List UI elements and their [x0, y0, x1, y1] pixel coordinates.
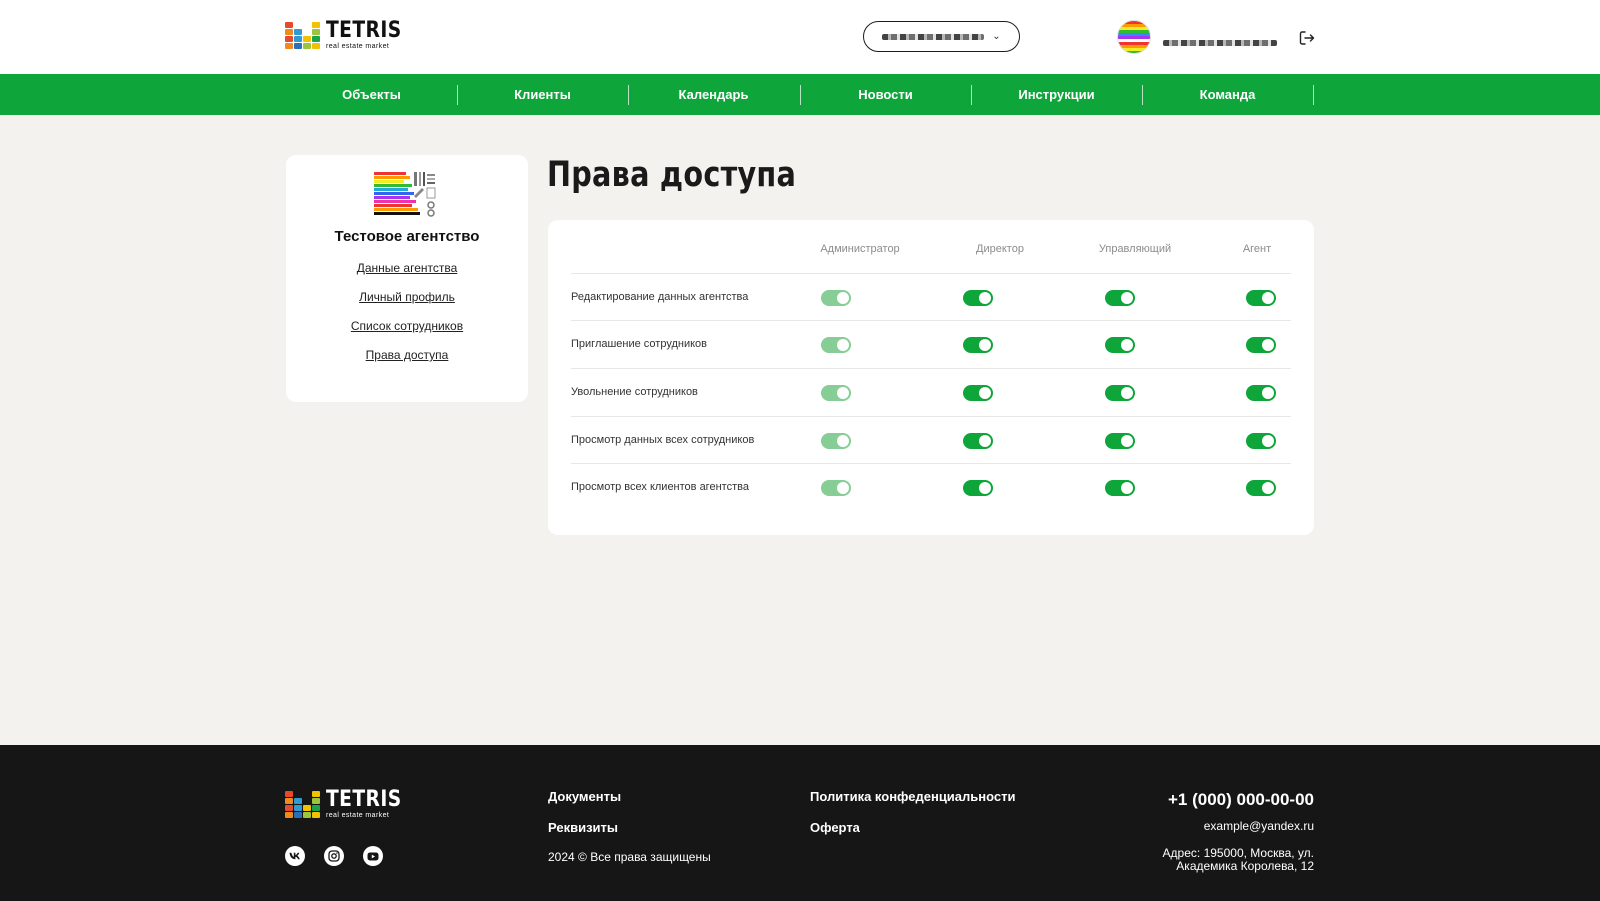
nav-divider — [1313, 85, 1314, 105]
toggle-admin — [821, 337, 851, 353]
main-nav: Объекты Клиенты Календарь Новости Инстру… — [0, 74, 1600, 115]
logo-bricks-icon — [285, 21, 320, 49]
column-header-director: Директор — [976, 243, 1024, 255]
toggle-agent[interactable] — [1246, 433, 1276, 449]
sidebar-link-employees[interactable]: Список сотрудников — [286, 319, 528, 333]
toggle-manager[interactable] — [1105, 290, 1135, 306]
table-row: Увольнение сотрудников — [571, 368, 1291, 415]
sidebar-link-agency-data[interactable]: Данные агентства — [286, 261, 528, 275]
site-header: TETRIS real estate market ⌄ — [0, 0, 1600, 74]
footer-link-offer[interactable]: Оферта — [810, 820, 860, 835]
toggle-manager[interactable] — [1105, 480, 1135, 496]
footer-link-documents[interactable]: Документы — [548, 789, 621, 804]
footer-link-requisites[interactable]: Реквизиты — [548, 820, 618, 835]
agency-selector-value — [882, 33, 985, 40]
permission-label: Увольнение сотрудников — [571, 386, 698, 398]
toggle-director[interactable] — [963, 337, 993, 353]
toggle-admin — [821, 290, 851, 306]
footer-link-privacy[interactable]: Политика конфеденциальности — [810, 789, 1016, 804]
instagram-icon[interactable] — [324, 846, 344, 866]
permission-label: Редактирование данных агентства — [571, 291, 749, 303]
brand-name: TETRIS — [326, 18, 402, 43]
nav-item-news[interactable]: Новости — [800, 74, 971, 115]
permission-label: Просмотр всех клиентов агентства — [571, 481, 749, 493]
column-header-agent: Агент — [1242, 243, 1272, 255]
nav-item-team[interactable]: Команда — [1142, 74, 1313, 115]
toggle-admin — [821, 433, 851, 449]
nav-item-clients[interactable]: Клиенты — [457, 74, 628, 115]
permission-label: Приглашение сотрудников — [571, 338, 708, 350]
brand-tagline: real estate market — [326, 812, 390, 819]
toggle-director[interactable] — [963, 433, 993, 449]
youtube-icon[interactable] — [363, 846, 383, 866]
agency-logo — [374, 172, 436, 217]
footer-address: Адрес: 195000, Москва, ул. Академика Кор… — [1162, 846, 1314, 873]
brand-name: TETRIS — [326, 787, 402, 812]
toggle-director[interactable] — [963, 480, 993, 496]
toggle-admin — [821, 480, 851, 496]
toggle-agent[interactable] — [1246, 480, 1276, 496]
toggle-manager[interactable] — [1105, 433, 1135, 449]
brand-logo[interactable]: TETRIS real estate market — [285, 20, 415, 50]
agency-name: Тестовое агентство — [334, 228, 480, 245]
copyright: 2024 © Все права защищены — [548, 850, 711, 864]
chevron-down-icon: ⌄ — [992, 31, 1001, 42]
column-header-admin: Администратор — [820, 243, 900, 255]
avatar[interactable] — [1117, 20, 1151, 54]
nav-item-instructions[interactable]: Инструкции — [971, 74, 1142, 115]
brand-tagline: real estate market — [326, 43, 390, 50]
table-row: Просмотр всех клиентов агентства — [571, 463, 1291, 510]
toggle-manager[interactable] — [1105, 385, 1135, 401]
footer-email[interactable]: example@yandex.ru — [1204, 819, 1314, 833]
permission-label: Просмотр данных всех сотрудников — [571, 434, 755, 446]
toggle-manager[interactable] — [1105, 337, 1135, 353]
nav-item-calendar[interactable]: Календарь — [628, 74, 799, 115]
user-name[interactable] — [1163, 33, 1279, 51]
site-footer: TETRIS real estate market Документы Рекв… — [0, 745, 1600, 901]
nav-item-objects[interactable]: Объекты — [286, 74, 457, 115]
sidebar-link-access-rights[interactable]: Права доступа — [286, 348, 528, 362]
sidebar-link-profile[interactable]: Личный профиль — [286, 290, 528, 304]
toggle-agent[interactable] — [1246, 290, 1276, 306]
permissions-table: Администратор Директор Управляющий Агент… — [548, 220, 1314, 535]
toggle-director[interactable] — [963, 385, 993, 401]
agency-selector[interactable]: ⌄ — [863, 21, 1020, 52]
column-header-manager: Управляющий — [1098, 243, 1172, 255]
toggle-admin — [821, 385, 851, 401]
page-title: Права доступа — [547, 155, 797, 195]
logout-icon[interactable] — [1298, 29, 1316, 47]
toggle-agent[interactable] — [1246, 337, 1276, 353]
footer-phone[interactable]: +1 (000) 000-00-00 — [1168, 790, 1314, 810]
toggle-director[interactable] — [963, 290, 993, 306]
vk-icon[interactable] — [285, 846, 305, 866]
toggle-agent[interactable] — [1246, 385, 1276, 401]
table-row: Приглашение сотрудников — [571, 320, 1291, 367]
table-row: Редактирование данных агентства — [571, 273, 1291, 320]
logo-bricks-icon — [285, 790, 320, 818]
footer-logo[interactable]: TETRIS real estate market — [285, 789, 415, 819]
table-row: Просмотр данных всех сотрудников — [571, 416, 1291, 463]
agency-sidebar: Тестовое агентство Данные агентства Личн… — [286, 155, 528, 402]
